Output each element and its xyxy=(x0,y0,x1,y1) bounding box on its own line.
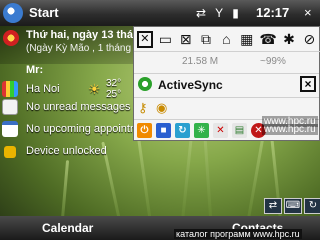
refresh-icon[interactable]: ↻ xyxy=(175,122,190,138)
lock-status: Device unlocked xyxy=(26,145,107,157)
activesync-icon xyxy=(138,77,152,91)
today-screen: Start ⇄ Y ▮ 12:17 × Thứ hai, ngày 13 thá… xyxy=(0,0,320,240)
settings-icon[interactable]: ✳ xyxy=(194,122,209,138)
lock-item[interactable]: Device unlocked xyxy=(0,140,320,162)
eye-icon[interactable]: ◉ xyxy=(156,100,167,116)
appointments-label: No upcoming appointm xyxy=(26,123,140,135)
tray-icon-keyboard[interactable]: ⌨ xyxy=(284,198,302,214)
panel-icon-toolbar: ✕ ▭ ⊠ ⧉ ⌂ ▦ ☎ ✱ ⊘ xyxy=(134,27,320,52)
tray-icons: ⇄ ⌨ ↻ xyxy=(264,198,320,214)
delete-icon[interactable]: ✕ xyxy=(213,122,228,138)
close-all-icon[interactable]: ⊠ xyxy=(178,31,193,48)
weather-high: 32° xyxy=(106,78,122,89)
signal-bars-icon xyxy=(2,81,18,97)
status-icons[interactable]: ⇄ Y ▮ xyxy=(196,6,242,20)
calendar-clock-icon xyxy=(3,30,19,46)
tray-icon-connection[interactable]: ⇄ xyxy=(264,198,282,214)
wireless-off-icon[interactable]: ⊘ xyxy=(302,31,317,48)
close-icon[interactable]: × xyxy=(304,6,316,20)
calendar-softkey[interactable]: Calendar xyxy=(42,221,93,235)
app-icon-blue[interactable]: ■ xyxy=(156,122,171,138)
memory-free: 21.58 M xyxy=(182,56,219,67)
owner-info[interactable]: Mr: xyxy=(26,64,43,76)
close-window-icon[interactable]: ✕ xyxy=(137,30,153,48)
document-icon[interactable]: ▤ xyxy=(232,122,247,138)
envelope-icon xyxy=(2,99,18,115)
messages-label: No unread messages xyxy=(26,101,131,113)
phone-icon[interactable]: ☎ xyxy=(259,31,276,48)
weather-city: Ha Noi xyxy=(26,83,60,95)
task-switch-icon[interactable]: ⧉ xyxy=(198,31,213,48)
memory-row: 21.58 M ~99% xyxy=(134,51,319,74)
activesync-label: ActiveSync xyxy=(158,78,223,92)
grid-icon[interactable]: ▦ xyxy=(239,31,254,48)
tray-icon-sync[interactable]: ↻ xyxy=(304,198,320,214)
start-menu-icon[interactable] xyxy=(3,3,23,23)
catalog-watermark: каталог программ www.hpc.ru xyxy=(174,229,302,239)
start-label[interactable]: Start xyxy=(29,5,59,20)
key-icon[interactable]: ⚷ xyxy=(138,100,148,116)
padlock-icon xyxy=(4,146,16,158)
minimize-icon[interactable]: ▭ xyxy=(158,31,173,48)
memory-percent: ~99% xyxy=(260,56,286,67)
watermark: www.hpc.ru xyxy=(262,124,318,135)
bluetooth-icon[interactable]: ✱ xyxy=(281,31,296,48)
title-bar: Start ⇄ Y ▮ 12:17 × xyxy=(0,0,320,26)
power-icon[interactable]: ⏻ xyxy=(137,122,152,138)
activesync-row[interactable]: ActiveSync × xyxy=(134,73,319,98)
close-icon[interactable]: × xyxy=(300,76,316,92)
clock[interactable]: 12:17 xyxy=(256,5,289,20)
calendar-icon xyxy=(2,121,18,137)
home-icon[interactable]: ⌂ xyxy=(219,31,234,48)
lunar-date-line: (Ngày Kỳ Mão , 1 tháng 7 xyxy=(26,43,140,54)
date-line: Thứ hai, ngày 13 thá xyxy=(26,29,133,41)
